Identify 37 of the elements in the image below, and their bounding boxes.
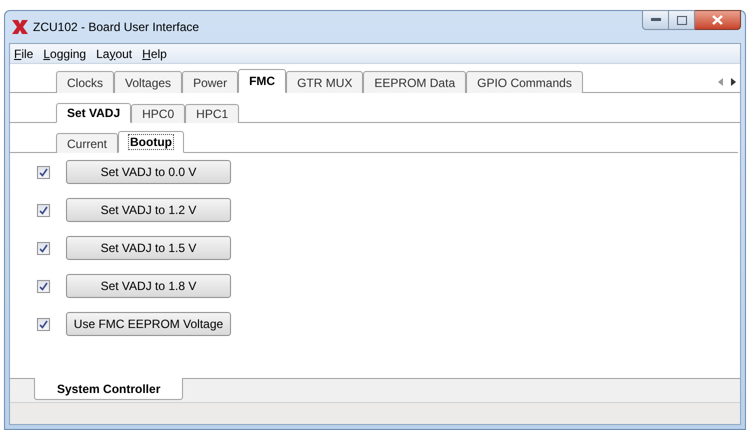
tab[interactable]: HPC0 — [131, 104, 186, 123]
tab[interactable]: GPIO Commands — [466, 71, 583, 93]
minimize-icon — [650, 18, 660, 22]
checkbox[interactable] — [37, 166, 50, 178]
tab[interactable]: Voltages — [114, 71, 182, 93]
app-logo-icon — [11, 19, 29, 35]
checkbox[interactable] — [37, 242, 50, 254]
set-voltage-button[interactable]: Use FMC EEPROM Voltage — [66, 312, 231, 336]
menu-item[interactable]: File — [14, 44, 34, 62]
tab[interactable]: HPC1 — [185, 104, 240, 123]
close-icon — [712, 15, 723, 25]
set-voltage-button[interactable]: Set VADJ to 1.2 V — [66, 198, 231, 222]
checkbox[interactable] — [37, 280, 50, 292]
tab[interactable]: System Controller — [34, 378, 184, 400]
menu-item[interactable]: Logging — [43, 44, 86, 62]
set-voltage-button[interactable]: Set VADJ to 1.8 V — [66, 274, 231, 298]
checkbox[interactable] — [37, 204, 50, 216]
tab[interactable]: Bootup — [118, 131, 184, 153]
set-voltage-button[interactable]: Set VADJ to 0.0 V — [66, 160, 231, 184]
maximize-button[interactable] — [669, 10, 695, 30]
maximize-icon — [676, 16, 686, 24]
tab[interactable]: Set VADJ — [56, 103, 132, 123]
tab[interactable]: FMC — [238, 69, 286, 93]
menu-item[interactable]: Layout — [96, 44, 132, 62]
tab[interactable]: Current — [56, 133, 118, 153]
tab[interactable]: Power — [182, 71, 238, 93]
window-title: ZCU102 - Board User Interface — [33, 19, 200, 36]
menu-item[interactable]: Help — [142, 44, 167, 62]
tab[interactable]: GTR MUX — [286, 71, 364, 93]
close-button[interactable] — [695, 10, 741, 30]
checkbox[interactable] — [37, 318, 50, 330]
tab[interactable]: Clocks — [56, 71, 114, 93]
tab[interactable]: EEPROM Data — [363, 71, 466, 93]
set-voltage-button[interactable]: Set VADJ to 1.5 V — [66, 236, 231, 260]
scroll-right-icon[interactable] — [731, 78, 736, 86]
minimize-button[interactable] — [642, 10, 669, 30]
scroll-left-icon[interactable] — [718, 78, 723, 86]
